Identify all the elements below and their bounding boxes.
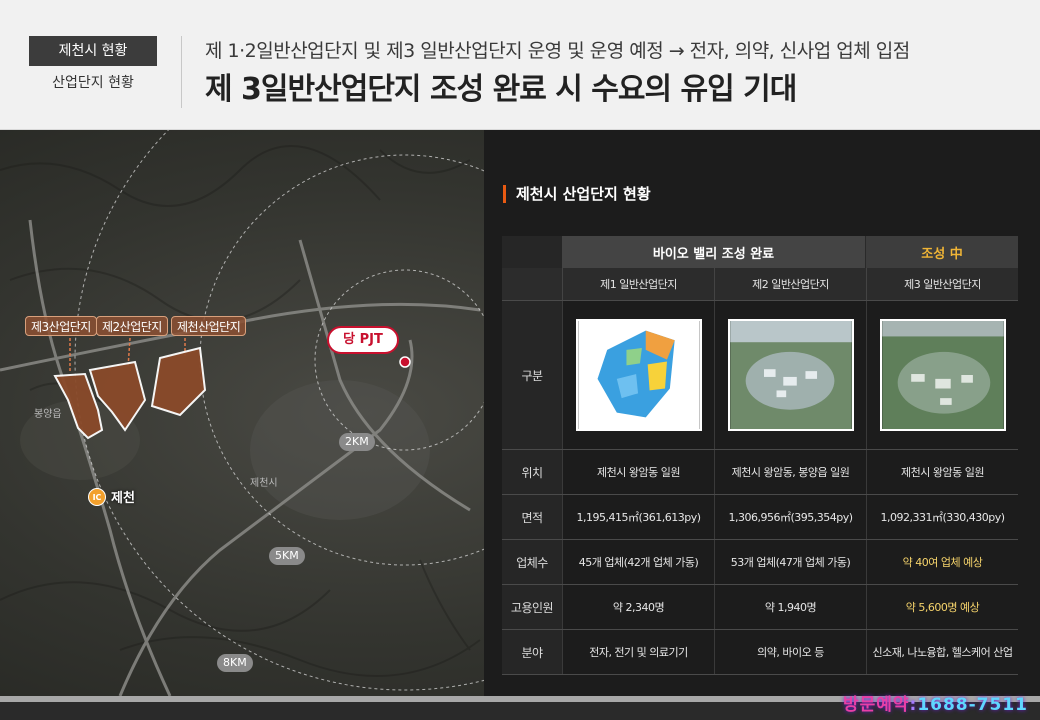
header-summary: 제 1·2일반산업단지 및 제3 일반산업단지 운영 및 운영 예정 → 전자,… — [205, 40, 910, 62]
table-cell-highlight: 약 40여 업체 예상 — [866, 540, 1018, 584]
row-label: 면적 — [502, 495, 562, 539]
table-cell: 약 1,940명 — [714, 585, 866, 629]
complex-2-aerial-image — [727, 319, 854, 431]
complex-3-label: 제3산업단지 — [25, 316, 97, 336]
complex-3-image-cell — [866, 301, 1018, 449]
place-label: 봉양읍 — [34, 409, 62, 420]
complex-1-plan-image — [575, 319, 702, 431]
group-header-blank — [502, 236, 562, 268]
row-label — [502, 268, 562, 300]
table-cell: 전자, 전기 및 의료기기 — [562, 630, 714, 674]
table-cell: 제천시 왕암동, 봉양읍 일원 — [714, 450, 866, 494]
ic-icon: IC — [88, 487, 106, 506]
page-header: 제천시 현황 산업단지 현황 제 1·2일반산업단지 및 제3 일반산업단지 운… — [0, 0, 1040, 130]
project-marker: 당 PJT — [327, 326, 399, 354]
complex-2-label: 제2산업단지 — [96, 316, 168, 336]
section-sub-label: 산업단지 현황 — [52, 75, 134, 91]
table-row: 면적 1,195,415㎡(361,613py) 1,306,956㎡(395,… — [502, 495, 1018, 540]
table-cell: 제천시 왕암동 일원 — [562, 450, 714, 494]
row-label: 위치 — [502, 450, 562, 494]
row-label: 분야 — [502, 630, 562, 674]
table-cell-highlight: 약 5,600명 예상 — [866, 585, 1018, 629]
table-cell: 45개 업체(42개 업체 가동) — [562, 540, 714, 584]
complex-1-image-cell — [562, 301, 714, 449]
complex-table: 바이오 밸리 조성 완료 조성 中 제1 일반산업단지 제2 일반산업단지 제3… — [502, 236, 1018, 675]
table-column-header: 제1 일반산업단지 제2 일반산업단지 제3 일반산업단지 — [502, 268, 1018, 301]
radius-2km-label: 2KM — [339, 433, 375, 451]
table-cell: 신소재, 나노융합, 헬스케어 산업 — [866, 630, 1018, 674]
page-title: 제 3일반산업단지 조성 완료 시 수요의 유입 기대 — [205, 72, 797, 107]
table-row: 위치 제천시 왕암동 일원 제천시 왕암동, 봉양읍 일원 제천시 왕암동 일원 — [502, 450, 1018, 495]
group-header-in-progress: 조성 中 — [866, 236, 1018, 268]
column-header: 제2 일반산업단지 — [714, 268, 866, 300]
radius-8km-label: 8KM — [217, 654, 253, 672]
ic-name: 제천 — [111, 491, 135, 506]
complex-2-image-cell — [714, 301, 866, 449]
column-header: 제1 일반산업단지 — [562, 268, 714, 300]
table-cell: 의약, 바이오 등 — [714, 630, 866, 674]
radius-5km-label: 5KM — [269, 547, 305, 565]
complex-3-aerial-image — [879, 319, 1006, 431]
visit-phone: 1688-7511 — [917, 695, 1028, 715]
section-badge: 제천시 현황 — [29, 36, 157, 66]
visit-label: 방문예약 — [842, 695, 910, 715]
table-row: 업체수 45개 업체(42개 업체 가동) 53개 업체(47개 업체 가동) … — [502, 540, 1018, 585]
group-header-bio: 바이오 밸리 조성 완료 — [562, 236, 866, 268]
table-row: 고용인원 약 2,340명 약 1,940명 약 5,600명 예상 — [502, 585, 1018, 630]
column-header: 제3 일반산업단지 — [866, 268, 1018, 300]
panel-title: 제천시 산업단지 현황 — [503, 185, 651, 203]
visit-reservation-banner[interactable]: 방문예약:1688-7511 — [843, 690, 1028, 715]
table-cell: 1,092,331㎡(330,430py) — [866, 495, 1018, 539]
complex-jecheon-label: 제천산업단지 — [171, 316, 247, 336]
header-divider — [181, 36, 182, 108]
table-cell: 제천시 왕암동 일원 — [866, 450, 1018, 494]
row-label: 업체수 — [502, 540, 562, 584]
table-cell: 1,306,956㎡(395,354py) — [714, 495, 866, 539]
table-image-row: 구분 — [502, 301, 1018, 450]
row-label: 구분 — [502, 301, 562, 449]
table-group-header: 바이오 밸리 조성 완료 조성 中 — [502, 236, 1018, 268]
place-label: 제천시 — [250, 478, 278, 489]
row-label: 고용인원 — [502, 585, 562, 629]
ic-marker: IC 제천 — [88, 487, 135, 506]
table-cell: 약 2,340명 — [562, 585, 714, 629]
table-cell: 53개 업체(47개 업체 가동) — [714, 540, 866, 584]
table-cell: 1,195,415㎡(361,613py) — [562, 495, 714, 539]
table-row: 분야 전자, 전기 및 의료기기 의약, 바이오 등 신소재, 나노융합, 헬스… — [502, 630, 1018, 675]
